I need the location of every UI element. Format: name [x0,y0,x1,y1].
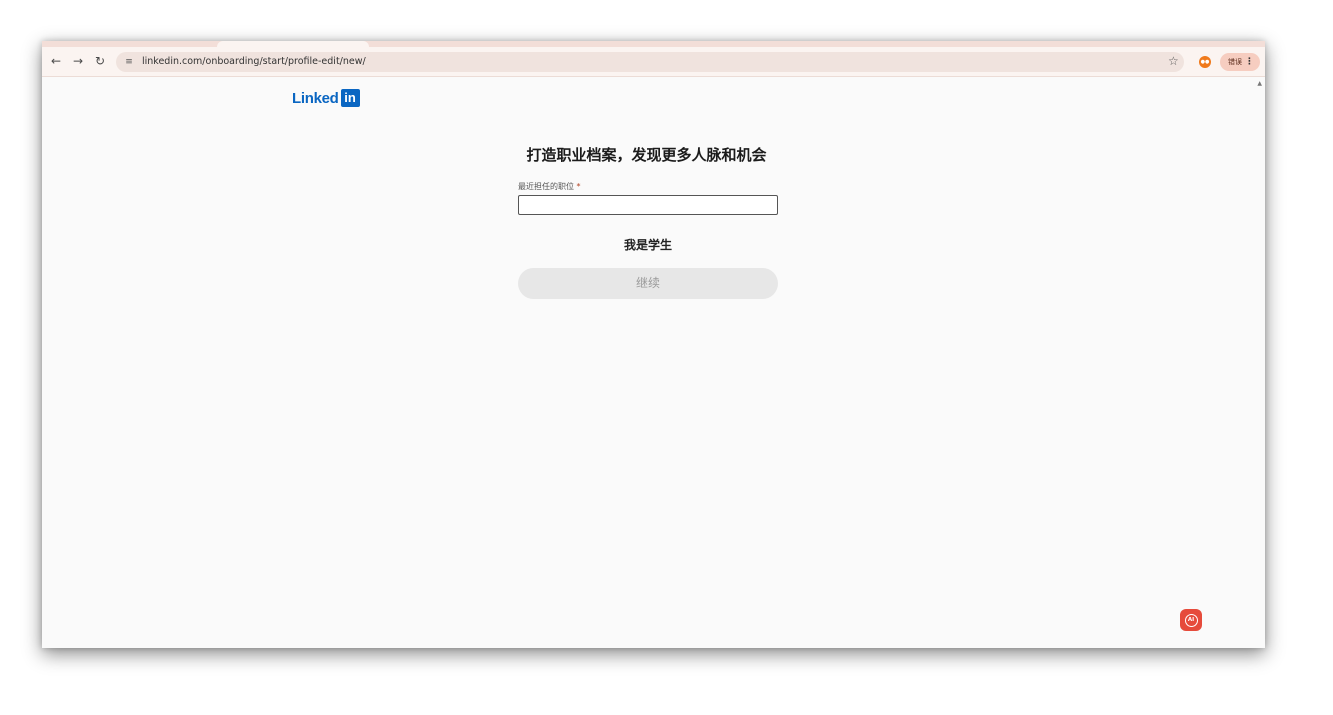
address-bar[interactable]: ≡ linkedin.com/onboarding/start/profile-… [116,52,1184,72]
logo-box: in [340,89,360,107]
browser-toolbar: ← → ↻ ≡ linkedin.com/onboarding/start/pr… [42,47,1265,77]
error-button[interactable]: 错误 ⋮ [1220,53,1260,71]
error-label: 错误 [1228,58,1242,66]
linkedin-logo[interactable]: Linked in [292,88,360,108]
back-icon[interactable]: ← [48,53,64,69]
reload-icon[interactable]: ↻ [92,53,108,69]
scroll-up-icon[interactable]: ▲ [1257,80,1262,87]
address-url[interactable]: linkedin.com/onboarding/start/profile-ed… [142,52,366,72]
site-info-icon[interactable]: ≡ [122,55,136,69]
continue-button[interactable]: 继续 [518,268,778,299]
job-title-label-text: 最近担任的职位 [518,182,574,191]
job-title-label: 最近担任的职位 * [518,181,581,192]
browser-window: ← → ↻ ≡ linkedin.com/onboarding/start/pr… [42,41,1265,648]
page-title: 打造职业档案，发现更多人脉和机会 [526,146,767,164]
extension-icon[interactable]: ●● [1199,56,1211,68]
more-menu-icon[interactable]: ⋮ [1245,53,1254,71]
page-content: ▲ Linked in 打造职业档案，发现更多人脉和机会 最近担任的职位 * 我… [42,78,1265,648]
bookmark-star-icon[interactable]: ☆ [1168,53,1179,69]
student-link[interactable]: 我是学生 [518,236,778,253]
forward-icon[interactable]: → [70,53,86,69]
ai-icon: AI [1184,613,1198,627]
required-mark: * [576,182,581,191]
job-title-input[interactable] [518,195,778,215]
logo-wordmark: Linked [292,89,339,107]
ai-assistant-button[interactable]: AI [1180,609,1202,631]
